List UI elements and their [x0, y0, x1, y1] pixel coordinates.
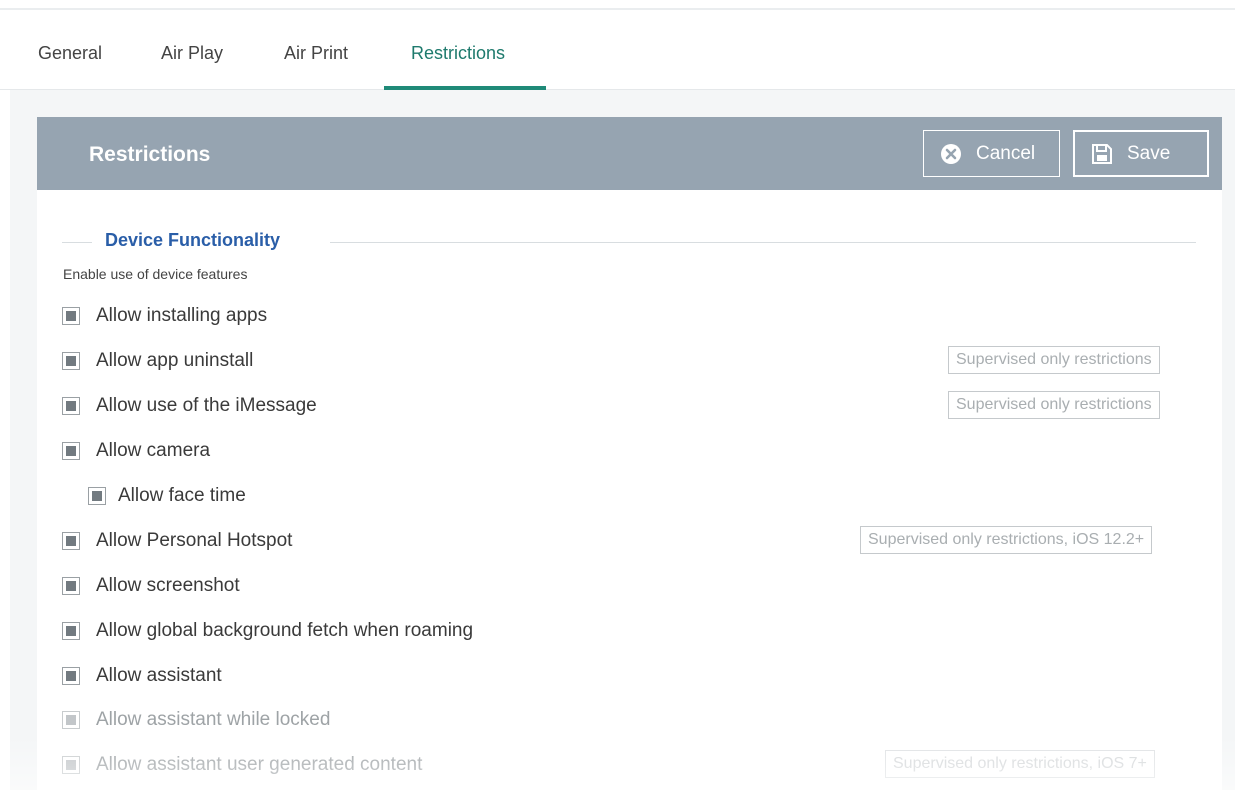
save-label: Save [1127, 142, 1171, 164]
checkbox[interactable] [88, 487, 106, 505]
option-allow-assistant[interactable]: Allow assistant [62, 661, 222, 691]
checkbox[interactable] [62, 397, 80, 415]
cancel-label: Cancel [976, 142, 1036, 164]
section-divider [330, 242, 1196, 243]
checkbox[interactable] [62, 711, 80, 729]
checkbox[interactable] [62, 577, 80, 595]
panel-header: Restrictions Cancel Save [37, 117, 1222, 190]
option-allow-assistant-while-locked[interactable]: Allow assistant while locked [62, 705, 330, 735]
checkbox[interactable] [62, 442, 80, 460]
supervised-badge: Supervised only restrictions, iOS 12.2+ [860, 526, 1153, 554]
option-label: Allow Personal Hotspot [96, 530, 293, 551]
tab-restrictions[interactable]: Restrictions [411, 10, 505, 92]
section-title: Device Functionality [105, 230, 281, 250]
option-allow-imessage[interactable]: Allow use of the iMessage [62, 391, 317, 421]
tab-air-print[interactable]: Air Print [284, 10, 348, 92]
option-allow-camera[interactable]: Allow camera [62, 436, 210, 466]
checkbox[interactable] [62, 532, 80, 550]
option-label: Allow assistant [96, 665, 222, 686]
checkbox[interactable] [62, 756, 80, 774]
section-subtitle: Enable use of device features [63, 266, 248, 282]
option-label: Allow installing apps [96, 305, 268, 326]
supervised-badge: Supervised only restrictions [948, 346, 1160, 374]
close-circle-icon [940, 143, 976, 165]
tab-general[interactable]: General [38, 10, 102, 92]
option-label: Allow assistant user generated content [96, 754, 423, 775]
checkbox[interactable] [62, 667, 80, 685]
checkbox[interactable] [62, 622, 80, 640]
save-button[interactable]: Save [1073, 130, 1209, 177]
section-divider [62, 242, 92, 243]
option-allow-app-uninstall[interactable]: Allow app uninstall [62, 346, 253, 376]
option-allow-assistant-user-generated-content[interactable]: Allow assistant user generated content [62, 750, 422, 780]
option-allow-face-time[interactable]: Allow face time [88, 481, 246, 511]
option-label: Allow use of the iMessage [96, 395, 317, 416]
cancel-button[interactable]: Cancel [923, 130, 1060, 177]
option-allow-personal-hotspot[interactable]: Allow Personal Hotspot [62, 526, 292, 556]
supervised-badge: Supervised only restrictions [948, 391, 1160, 419]
option-allow-global-background-fetch[interactable]: Allow global background fetch when roami… [62, 616, 473, 646]
option-allow-installing-apps[interactable]: Allow installing apps [62, 301, 267, 331]
panel-title: Restrictions [89, 143, 211, 166]
option-allow-screenshot[interactable]: Allow screenshot [62, 571, 240, 601]
checkbox[interactable] [62, 307, 80, 325]
option-label: Allow camera [96, 440, 211, 461]
option-label: Allow global background fetch when roami… [96, 620, 474, 641]
tab-air-play[interactable]: Air Play [161, 10, 223, 92]
option-label: Allow face time [118, 485, 246, 506]
floppy-disk-icon [1091, 143, 1127, 165]
supervised-badge: Supervised only restrictions, iOS 7+ [885, 750, 1155, 778]
option-label: Allow assistant while locked [96, 709, 331, 730]
option-label: Allow screenshot [96, 575, 240, 596]
tab-bar: General Air Play Air Print Restrictions [0, 8, 1235, 90]
option-label: Allow app uninstall [96, 350, 254, 371]
checkbox[interactable] [62, 352, 80, 370]
section-device-functionality: Device Functionality [62, 228, 1196, 258]
